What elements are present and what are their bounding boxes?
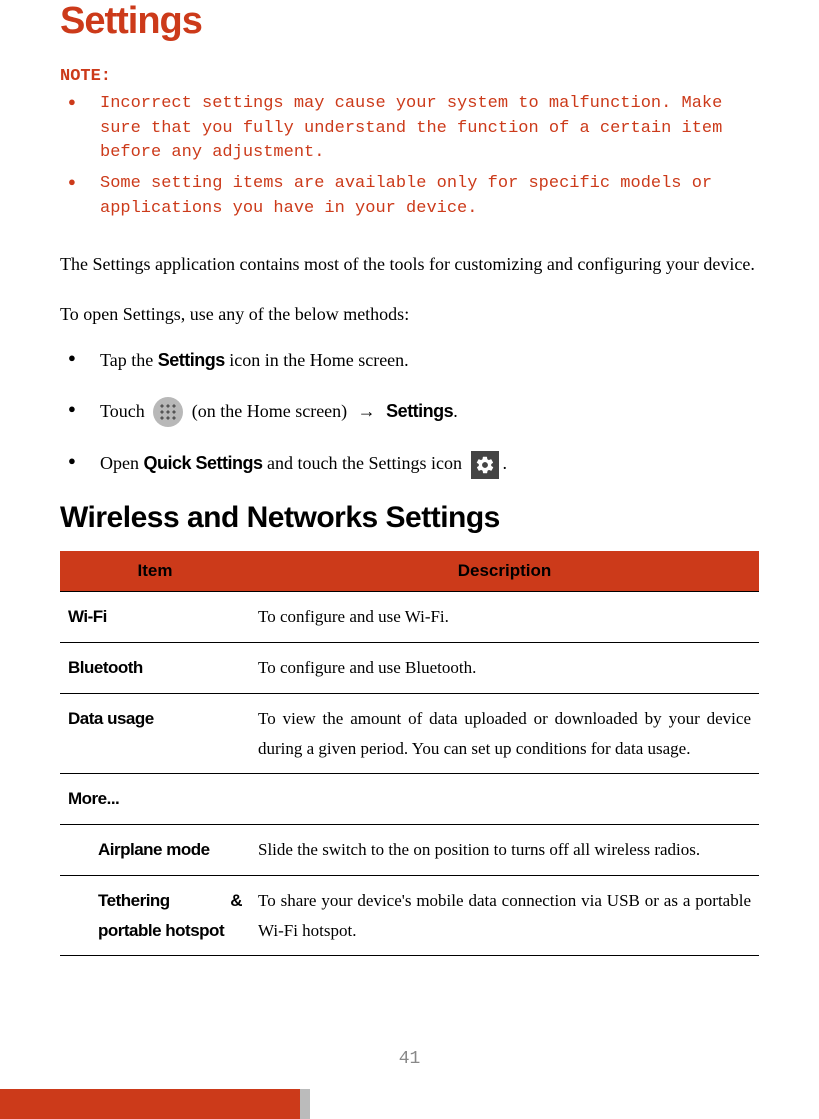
- item-desc: [250, 774, 759, 825]
- note-list: Incorrect settings may cause your system…: [60, 92, 759, 221]
- footer-red-block: [0, 1089, 300, 1119]
- section-heading: Wireless and Networks Settings: [60, 501, 759, 535]
- table-row: More...: [60, 774, 759, 825]
- text: Touch: [100, 401, 149, 421]
- table-header-item: Item: [60, 551, 250, 592]
- text: (on the Home screen): [192, 401, 352, 421]
- text: .: [503, 453, 508, 473]
- item-name: Tethering & portable hotspot: [60, 875, 250, 956]
- item-name: Data usage: [60, 693, 250, 774]
- table-row: Bluetooth To configure and use Bluetooth…: [60, 643, 759, 694]
- item-name: Bluetooth: [60, 643, 250, 694]
- quick-settings-label: Quick Settings: [144, 453, 263, 473]
- methods-list: Tap the Settings icon in the Home screen…: [60, 346, 759, 480]
- apps-icon: [153, 397, 183, 427]
- item-name: Wi-Fi: [60, 592, 250, 643]
- item-desc: Slide the switch to the on position to t…: [250, 825, 759, 876]
- note-item: Incorrect settings may cause your system…: [60, 92, 759, 166]
- table-header-desc: Description: [250, 551, 759, 592]
- table-row: Wi-Fi To configure and use Wi-Fi.: [60, 592, 759, 643]
- method-item: Touch (on the Home screen) → Settings.: [60, 397, 759, 428]
- note-item: Some setting items are available only fo…: [60, 172, 759, 221]
- open-methods-intro: To open Settings, use any of the below m…: [60, 301, 759, 328]
- note-label: NOTE:: [60, 67, 759, 86]
- item-desc: To share your device's mobile data conne…: [250, 875, 759, 956]
- table-row: Data usage To view the amount of data up…: [60, 693, 759, 774]
- text: .: [453, 401, 458, 421]
- item-name: More...: [60, 774, 250, 825]
- text: icon in the Home screen.: [225, 350, 409, 370]
- page-title: Settings: [60, 0, 759, 43]
- item-desc: To configure and use Wi-Fi.: [250, 592, 759, 643]
- page-number: 41: [399, 1049, 421, 1069]
- method-item: Open Quick Settings and touch the Settin…: [60, 449, 759, 479]
- footer-bar: [0, 1089, 819, 1119]
- arrow-icon: →: [358, 401, 376, 421]
- gear-icon: [471, 451, 499, 479]
- settings-label: Settings: [386, 401, 453, 421]
- table-row: Tethering & portable hotspot To share yo…: [60, 875, 759, 956]
- item-desc: To configure and use Bluetooth.: [250, 643, 759, 694]
- table-row: Airplane mode Slide the switch to the on…: [60, 825, 759, 876]
- text: Open: [100, 453, 144, 473]
- settings-label: Settings: [158, 350, 225, 370]
- text: Tap the: [100, 350, 158, 370]
- settings-table: Item Description Wi-Fi To configure and …: [60, 551, 759, 956]
- footer-gray-block: [300, 1089, 310, 1119]
- intro-paragraph: The Settings application contains most o…: [60, 249, 759, 281]
- method-item: Tap the Settings icon in the Home screen…: [60, 346, 759, 375]
- item-name: Airplane mode: [60, 825, 250, 876]
- item-desc: To view the amount of data uploaded or d…: [250, 693, 759, 774]
- text: and touch the Settings icon: [263, 453, 467, 473]
